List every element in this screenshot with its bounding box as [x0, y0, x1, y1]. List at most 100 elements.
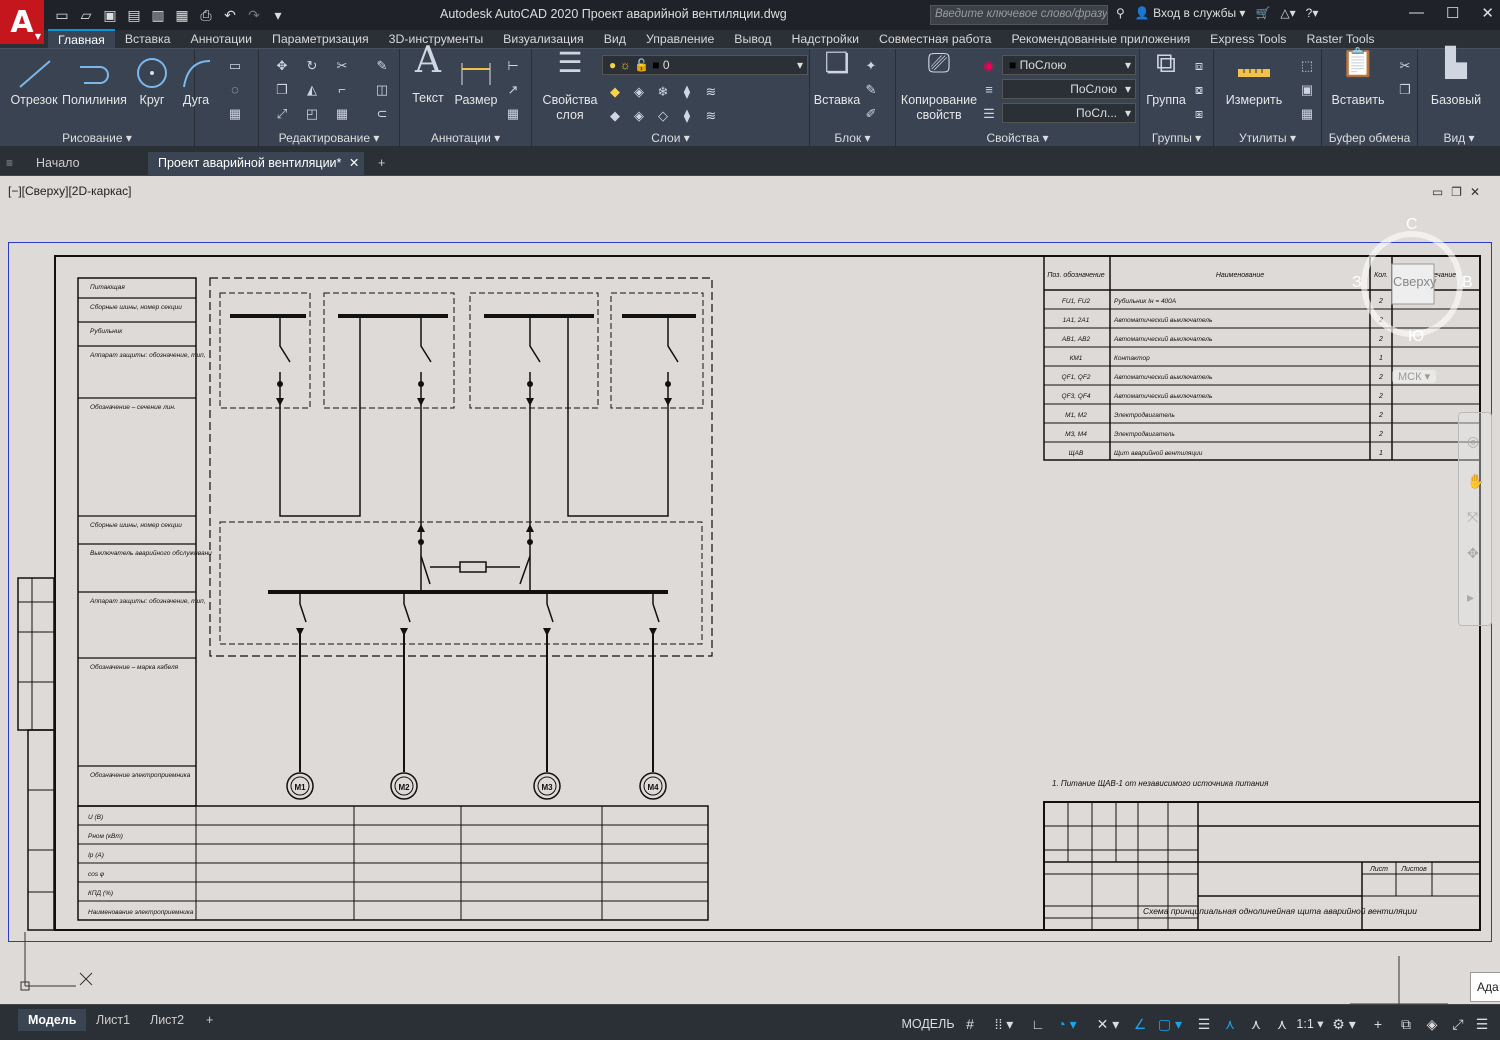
- viewcube-top-face[interactable]: Сверху: [1393, 274, 1436, 289]
- layers-panel-label[interactable]: Слои ▾: [532, 131, 809, 145]
- offset-icon[interactable]: ⊂: [373, 105, 391, 123]
- tab-layout1[interactable]: Лист1: [86, 1009, 140, 1031]
- copy-icon[interactable]: ❐: [273, 81, 291, 99]
- add-layout-button[interactable]: +: [196, 1009, 223, 1031]
- osnap-icon[interactable]: ▢ ▾: [1152, 1013, 1188, 1035]
- dimension-tool[interactable]: Размер: [452, 55, 500, 108]
- new-file-icon[interactable]: ▭: [52, 5, 72, 25]
- edit-block-icon[interactable]: ✎: [862, 81, 880, 99]
- close-icon[interactable]: ✕: [1481, 4, 1494, 22]
- create-block-icon[interactable]: ✦: [862, 57, 880, 75]
- cart-icon[interactable]: 🛒: [1255, 6, 1270, 20]
- modify-panel-label[interactable]: Редактирование ▾: [259, 131, 399, 145]
- ribbon-tab-4[interactable]: Параметризация: [262, 30, 379, 48]
- explode-icon[interactable]: ◫: [373, 81, 391, 99]
- circle-tool[interactable]: Круг: [130, 55, 174, 108]
- layer-current-icon[interactable]: ◆: [606, 107, 624, 125]
- ribbon-tab-10[interactable]: Надстройки: [781, 30, 868, 48]
- ribbon-tab-9[interactable]: Вывод: [724, 30, 781, 48]
- app-menu-button[interactable]: A ▼: [0, 0, 44, 44]
- ribbon-tab-8[interactable]: Управление: [636, 30, 724, 48]
- line-tool[interactable]: Отрезок: [8, 55, 60, 108]
- annotation-scale-icon[interactable]: ⋏: [1270, 1013, 1294, 1035]
- calculator-icon[interactable]: ▦: [1298, 105, 1316, 123]
- erase-icon[interactable]: ✎: [373, 57, 391, 75]
- fillet-icon[interactable]: ⌐: [333, 81, 351, 99]
- layer-freeze-icon[interactable]: ❄: [654, 83, 672, 101]
- file-tabs-menu-icon[interactable]: ≡: [6, 156, 13, 170]
- layer-unisolate-icon[interactable]: ◇: [654, 107, 672, 125]
- pan-icon[interactable]: ✋: [1467, 473, 1484, 490]
- lineweight-dropdown[interactable]: ПоСл... ▾: [1002, 103, 1136, 123]
- undo-icon[interactable]: ↶: [220, 5, 240, 25]
- viewcube-south[interactable]: Ю: [1408, 328, 1424, 346]
- ribbon-tab-13[interactable]: Express Tools: [1200, 30, 1296, 48]
- layer-dropdown[interactable]: ● ☼ 🔓 ■ 0 ▾: [602, 55, 808, 75]
- signin-button[interactable]: 👤 Вход в службы ▾: [1135, 6, 1246, 20]
- arc-tool[interactable]: Дуга: [176, 55, 216, 108]
- viewcube-north[interactable]: С: [1406, 216, 1418, 234]
- open-folder-icon[interactable]: ▱: [76, 5, 96, 25]
- linetype-dropdown[interactable]: ПоСлою ▾: [1002, 79, 1136, 99]
- ribbon-tab-11[interactable]: Совместная работа: [869, 30, 1002, 48]
- clipboard-panel-label[interactable]: Буфер обмена: [1322, 131, 1417, 145]
- block-panel-label[interactable]: Блок ▾: [810, 131, 895, 145]
- redo-icon[interactable]: ↷: [244, 5, 264, 25]
- edit-attribute-icon[interactable]: ✐: [862, 105, 880, 123]
- rectangle-icon[interactable]: ▭: [226, 57, 244, 75]
- annotation-panel-label[interactable]: Аннотации ▾: [400, 131, 531, 145]
- copy-clip-icon[interactable]: ❐: [1396, 81, 1414, 99]
- gradient-icon[interactable]: ▦: [226, 105, 244, 123]
- hardware-accel-icon[interactable]: ◈: [1420, 1013, 1444, 1035]
- draw-panel-label[interactable]: Рисование ▾: [0, 131, 194, 145]
- ribbon-tab-12[interactable]: Рекомендованные приложения: [1001, 30, 1200, 48]
- rotate-icon[interactable]: ↻: [303, 57, 321, 75]
- group-select-icon[interactable]: ⧆: [1190, 105, 1208, 123]
- utilities-panel-label[interactable]: Утилиты ▾: [1214, 131, 1321, 145]
- web-save-icon[interactable]: ▦: [172, 5, 192, 25]
- insert-block-tool[interactable]: ❏ Вставка: [812, 49, 862, 108]
- close-tab-icon[interactable]: ✕: [349, 156, 359, 170]
- layer-match-icon[interactable]: ≋: [702, 83, 720, 101]
- showmotion-icon[interactable]: ▸: [1467, 589, 1474, 606]
- web-open-icon[interactable]: ▥: [148, 5, 168, 25]
- steering-wheel-icon[interactable]: ◎: [1467, 433, 1479, 450]
- mirror-icon[interactable]: ◭: [303, 81, 321, 99]
- group-edit-icon[interactable]: ⧇: [1190, 81, 1208, 99]
- drawing-canvas[interactable]: [−][Сверху][2D-каркас] ▭❐✕ Питающая Сборн…: [0, 176, 1500, 1004]
- table-icon[interactable]: ▦: [504, 105, 522, 123]
- help-icon[interactable]: ?▾: [1306, 6, 1319, 20]
- color-dropdown[interactable]: ■ ПоСлою ▾: [1002, 55, 1136, 75]
- layer-walk-icon[interactable]: ◈: [630, 107, 648, 125]
- zoom-extents-icon[interactable]: ⤧: [1467, 509, 1478, 526]
- search-input[interactable]: Введите ключевое слово/фразу: [930, 5, 1108, 25]
- save-as-icon[interactable]: ▤: [124, 5, 144, 25]
- layer-properties-tool[interactable]: ☰ Свойства слоя: [538, 49, 602, 123]
- base-view-tool[interactable]: ▙ Базовый: [1422, 49, 1490, 108]
- groups-panel-label[interactable]: Группы ▾: [1140, 131, 1213, 145]
- grid-icon[interactable]: #: [958, 1013, 982, 1035]
- move-icon[interactable]: ✥: [273, 57, 291, 75]
- clean-screen-icon[interactable]: ⤢: [1446, 1013, 1470, 1035]
- viewcube-west[interactable]: З: [1352, 274, 1362, 292]
- save-icon[interactable]: ▣: [100, 5, 120, 25]
- viewcube[interactable]: С Ю В З Сверху МСК ▾: [1352, 216, 1473, 383]
- new-tab-button[interactable]: +: [368, 152, 396, 176]
- ucs-menu[interactable]: МСК ▾: [1392, 370, 1437, 383]
- layer-merge-icon[interactable]: ≋: [702, 107, 720, 125]
- orbit-icon[interactable]: ✥: [1467, 545, 1479, 562]
- ortho-icon[interactable]: ∟: [1026, 1013, 1050, 1035]
- binoculars-icon[interactable]: ⚲: [1116, 6, 1125, 20]
- layer-off-icon[interactable]: ◆: [606, 83, 624, 101]
- quick-select-icon[interactable]: ⬚: [1298, 57, 1316, 75]
- ribbon-tab-6[interactable]: Визуализация: [493, 30, 594, 48]
- select-all-icon[interactable]: ▣: [1298, 81, 1316, 99]
- ribbon-tab-14[interactable]: Raster Tools: [1296, 30, 1384, 48]
- layer-isolate-icon[interactable]: ◈: [630, 83, 648, 101]
- plus-icon[interactable]: +: [1366, 1013, 1390, 1035]
- ungroup-icon[interactable]: ⧈: [1190, 57, 1208, 75]
- polar-icon[interactable]: ◔ ▾: [1050, 1013, 1084, 1035]
- tab-active-drawing[interactable]: Проект аварийной вентиляции* ✕: [148, 152, 364, 176]
- exchange-icon[interactable]: △▾: [1280, 6, 1295, 20]
- tab-model[interactable]: Модель: [18, 1009, 87, 1031]
